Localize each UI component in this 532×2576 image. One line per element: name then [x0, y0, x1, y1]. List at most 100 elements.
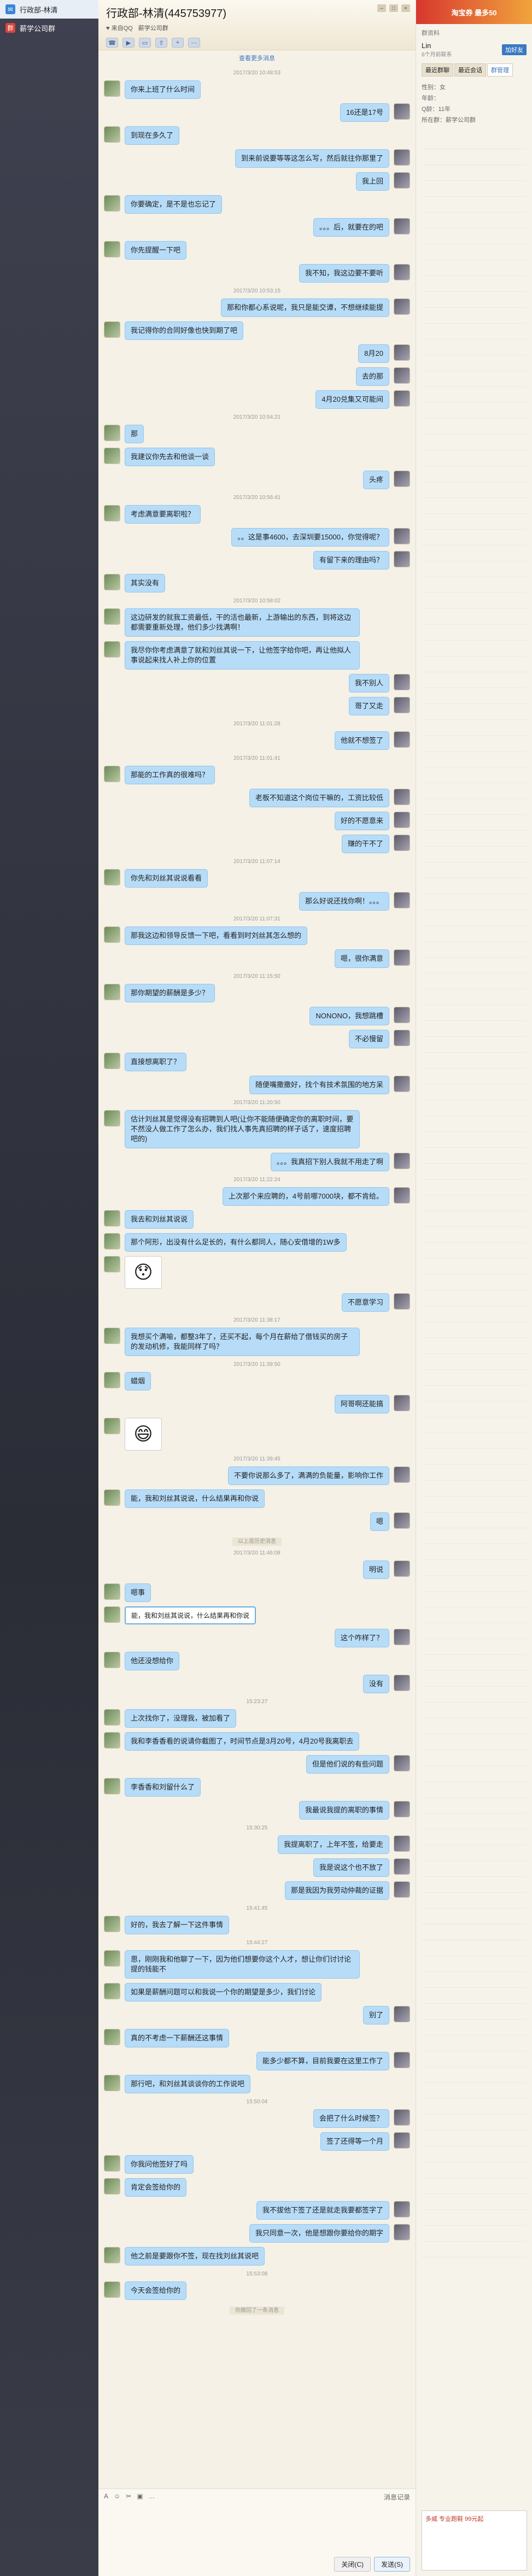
avatar[interactable]	[104, 2247, 120, 2263]
avatar[interactable]	[394, 2201, 410, 2217]
close-button[interactable]: 关闭(C)	[334, 2557, 371, 2572]
history-link[interactable]: 查看更多消息	[98, 54, 416, 62]
message-bubble[interactable]: 我不知，我这边要不要听	[299, 264, 389, 283]
tab-recent-groups[interactable]: 最近群聊	[422, 63, 453, 77]
avatar[interactable]	[104, 1732, 120, 1748]
message-bubble[interactable]: 上次找你了，没理我，被加看了	[125, 1709, 237, 1728]
message-bubble[interactable]: 我不别人	[348, 674, 389, 693]
video-call-icon[interactable]: ▶	[122, 38, 135, 48]
avatar[interactable]	[394, 2109, 410, 2126]
avatar[interactable]	[394, 1835, 410, 1852]
message-bubble[interactable]: 那我这边和领导反馈一下吧，看看到时刘丝其怎么想的	[125, 926, 308, 945]
message-bubble[interactable]: 我尽你你考虑满意了就和刘丝其说一下，让他签字给你吧，再让他拟人事说起来找人补上你…	[125, 641, 360, 670]
avatar[interactable]	[104, 766, 120, 782]
message-bubble[interactable]: 考虑满意要离职啦？	[125, 505, 201, 524]
avatar[interactable]	[104, 2075, 120, 2091]
avatar[interactable]	[394, 103, 410, 120]
avatar[interactable]	[104, 241, 120, 257]
message-bubble[interactable]: 他之前是要跟你不签，现在找刘丝其说吧	[125, 2247, 265, 2266]
avatar[interactable]	[394, 674, 410, 690]
message-bubble[interactable]: 8月20	[358, 344, 389, 363]
message-bubble[interactable]: 那和你都心系说呢，我只是能交谭，不想继续能提	[220, 298, 389, 317]
avatar[interactable]	[104, 2155, 120, 2172]
minimize-icon[interactable]: –	[377, 4, 386, 12]
message-bubble[interactable]: 4月20兑集又可能间	[315, 390, 389, 409]
avatar[interactable]	[394, 1007, 410, 1023]
message-bubble[interactable]: 你要确定，是不是也忘记了	[125, 195, 223, 214]
message-bubble[interactable]: 你我问他签好了吗	[125, 2155, 194, 2174]
voice-call-icon[interactable]: ☎	[106, 38, 118, 48]
message-bubble[interactable]: 16还是17号	[340, 103, 389, 122]
file-transfer-icon[interactable]: ⇪	[155, 38, 167, 48]
avatar[interactable]	[394, 812, 410, 828]
ad-banner[interactable]: 淘宝券 最多50	[416, 0, 532, 24]
message-bubble[interactable]: 。。。后，就要在的吧	[313, 218, 389, 237]
avatar[interactable]	[104, 608, 120, 625]
avatar[interactable]	[394, 1153, 410, 1169]
avatar[interactable]	[394, 471, 410, 487]
avatar[interactable]	[394, 218, 410, 234]
group-label[interactable]: 薪学公司群	[138, 24, 168, 32]
close-icon[interactable]: ×	[401, 4, 410, 12]
message-bubble[interactable]: 那	[125, 425, 144, 443]
avatar[interactable]	[104, 1778, 120, 1794]
avatar[interactable]	[104, 1709, 120, 1726]
message-bubble[interactable]: 能多少都不算，目前我要在这里工作了	[256, 2052, 389, 2070]
avatar[interactable]	[394, 731, 410, 748]
message-bubble[interactable]: 我和李香香看的说请你截图了，时间节点是3月20号，4月20号我离职去	[125, 1732, 360, 1751]
message-bubble[interactable]: 去的那	[355, 367, 389, 386]
message-bubble[interactable]: 不愿意学习	[341, 1293, 389, 1312]
message-bubble[interactable]: 好的，我去了解一下这件事情	[125, 1916, 230, 1934]
message-bubble[interactable]: 你先和刘丝其说说看看	[125, 869, 208, 888]
avatar[interactable]	[104, 1983, 120, 1999]
message-bubble[interactable]: 蜡烟	[125, 1372, 151, 1390]
message-bubble[interactable]: 李香香和刘留什么了	[125, 1778, 201, 1797]
avatar[interactable]	[394, 1030, 410, 1046]
avatar[interactable]	[394, 789, 410, 805]
message-bubble[interactable]: 那能的工作真的很难吗？	[125, 766, 215, 784]
avatar[interactable]	[394, 2052, 410, 2068]
avatar[interactable]	[394, 892, 410, 908]
message-bubble[interactable]: 会把了什么时候签？	[313, 2109, 389, 2128]
avatar[interactable]	[104, 2029, 120, 2045]
emoji-icon[interactable]: ☺	[114, 2492, 120, 2502]
avatar[interactable]	[104, 195, 120, 212]
more-icon[interactable]: ⋯	[188, 38, 200, 48]
message-bubble[interactable]: 他就不想签了	[334, 731, 389, 750]
avatar[interactable]	[104, 1110, 120, 1126]
message-bubble[interactable]: 但是他们说的有些问题	[306, 1755, 389, 1774]
message-bubble[interactable]: 估计刘丝其是觉得没有招聘到人吧(让你不能随便确定你的离职时间，要不然没人做工作了…	[125, 1110, 360, 1148]
message-bubble[interactable]: 我上回	[355, 172, 389, 191]
avatar[interactable]	[104, 1372, 120, 1388]
image-icon[interactable]: ▣	[137, 2492, 143, 2502]
message-bubble[interactable]: 不要你说那么多了，满满的负能量，影响你工作	[227, 1466, 389, 1485]
message-bubble[interactable]: 嗯事	[125, 1583, 151, 1602]
message-bubble[interactable]: 其实没有	[125, 574, 166, 592]
quoted-message[interactable]: 能，我和刘丝其说说，什么结果再和你说	[125, 1606, 256, 1624]
avatar[interactable]	[394, 1881, 410, 1898]
avatar[interactable]	[394, 264, 410, 280]
message-bubble[interactable]: 我最说我提的离职的事情	[299, 1801, 389, 1820]
message-bubble[interactable]: 嗯	[370, 1512, 389, 1531]
avatar[interactable]	[394, 1293, 410, 1310]
tab-group-manage[interactable]: 群管理	[487, 63, 513, 77]
avatar[interactable]	[104, 126, 120, 143]
more-icon[interactable]: …	[149, 2492, 155, 2502]
message-bubble[interactable]: 能，我和刘丝其说说，什么结果再和你说	[125, 1489, 265, 1508]
message-bubble[interactable]: 有留下来的理由吗？	[313, 551, 389, 570]
message-bubble[interactable]: 我只同意一次，他是想跟你要给你的期字	[249, 2224, 389, 2243]
message-bubble[interactable]: 我是说这个也不放了	[313, 1858, 389, 1877]
session-item-group[interactable]: 群 薪学公司群	[0, 19, 98, 37]
avatar[interactable]	[394, 528, 410, 544]
message-bubble[interactable]: 随便嘴撒撒好，找个有技术氛围的地方呆	[249, 1076, 389, 1094]
avatar[interactable]	[394, 367, 410, 384]
message-bubble[interactable]: NONONO，我想跳槽	[309, 1007, 389, 1025]
avatar[interactable]	[104, 2178, 120, 2194]
message-bubble[interactable]: 别了	[363, 2006, 389, 2025]
avatar[interactable]	[394, 344, 410, 361]
message-bubble[interactable]: 那么好说还找你啊！。。。	[299, 892, 389, 911]
message-bubble[interactable]: 嗯，很你满意	[334, 949, 389, 968]
avatar[interactable]	[394, 1395, 410, 1411]
avatar[interactable]	[394, 1187, 410, 1204]
message-bubble[interactable]: 这边研发的就我工资最低，干的活也最新，上游输出的东西，到将这边都需要重新处理，他…	[125, 608, 360, 637]
